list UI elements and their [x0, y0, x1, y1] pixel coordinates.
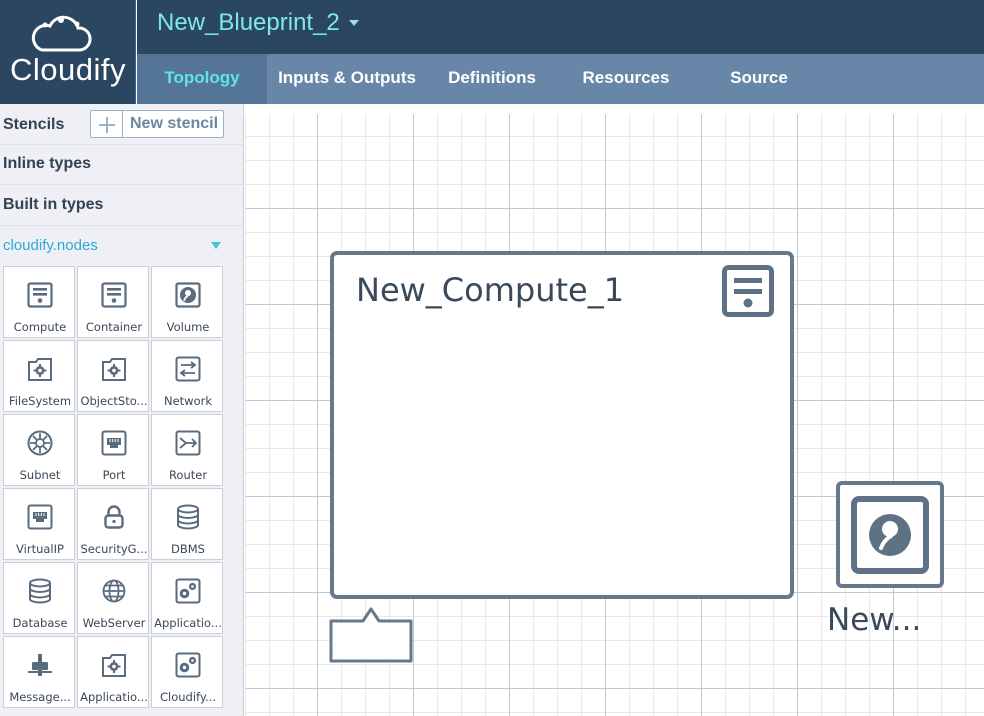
message-queue-icon — [28, 654, 52, 676]
built-in-types-section[interactable]: Built in types — [0, 196, 243, 214]
stencil-item-label: Applicatio... — [80, 690, 148, 704]
disk-icon — [851, 496, 929, 574]
stencil-item-network[interactable]: Network — [151, 340, 223, 412]
port-icon — [27, 504, 53, 530]
tab-bar: Topology Inputs & Outputs Definitions Re… — [137, 54, 984, 104]
blueprint-title: New_Blueprint_2 — [157, 9, 340, 36]
stencil-item-label: VirtualIP — [16, 542, 64, 556]
divider — [0, 184, 243, 185]
node-connector-tab[interactable] — [329, 605, 415, 665]
tab-topology[interactable]: Topology — [137, 54, 267, 104]
divider — [0, 144, 243, 145]
database-icon — [177, 504, 199, 530]
stencil-item-subnet[interactable]: Subnet — [3, 414, 75, 486]
stencil-item-virtualip[interactable]: VirtualIP — [3, 488, 75, 560]
globe-icon — [102, 579, 126, 603]
node-name: New_Compute_1 — [356, 271, 625, 309]
stencil-item-label: Message... — [9, 690, 71, 704]
stencil-item-label: WebServer — [82, 616, 146, 630]
caret-down-icon — [348, 20, 359, 26]
database-icon — [29, 578, 51, 604]
cloudify-nodes-label: cloudify.nodes — [3, 237, 98, 254]
logo-wordmark: Cloudify — [10, 52, 126, 87]
stencil-item-label: SecurityG... — [80, 542, 148, 556]
new-stencil-label: New stencil — [130, 115, 219, 132]
tab-resources[interactable]: Resources — [567, 54, 685, 104]
server-icon — [101, 282, 127, 308]
stencil-item-label: Volume — [166, 320, 210, 334]
title-bar: New_Blueprint_2 — [137, 0, 984, 54]
stencil-item-compute[interactable]: Compute — [3, 266, 75, 338]
stencil-item-applicatio[interactable]: Applicatio... — [151, 562, 223, 634]
stencil-item-message[interactable]: Message... — [3, 636, 75, 708]
port-icon — [101, 430, 127, 456]
stencil-item-objectsto[interactable]: ObjectSto... — [77, 340, 149, 412]
compute-node[interactable]: New_Compute_1 — [330, 251, 794, 599]
disk-icon — [175, 282, 201, 308]
topology-canvas[interactable]: New_Compute_1 New... — [245, 104, 984, 716]
router-icon — [175, 430, 201, 456]
node-name: New... — [827, 602, 922, 638]
inline-types-section[interactable]: Inline types — [0, 155, 243, 173]
stencil-item-label: Container — [85, 320, 143, 334]
volume-node[interactable] — [836, 481, 944, 588]
triangle-down-icon — [211, 242, 221, 249]
server-icon — [27, 282, 53, 308]
folder-gear-icon — [102, 654, 126, 677]
stencil-item-label: Applicatio... — [154, 616, 222, 630]
stencil-item-cloudify[interactable]: Cloudify... — [151, 636, 223, 708]
stencil-item-label: FileSystem — [8, 394, 72, 408]
stencil-item-label: Cloudify... — [159, 690, 217, 704]
divider — [0, 225, 243, 226]
tab-inputs-outputs[interactable]: Inputs & Outputs — [271, 54, 423, 104]
cloudify-nodes-group[interactable]: cloudify.nodes — [0, 231, 243, 261]
blueprint-title-dropdown[interactable]: New_Blueprint_2 — [157, 9, 359, 37]
stencil-item-port[interactable]: Port — [77, 414, 149, 486]
stencil-item-label: Subnet — [19, 468, 61, 482]
stencil-item-volume[interactable]: Volume — [151, 266, 223, 338]
plus-icon — [91, 111, 123, 137]
stencil-item-webserver[interactable]: WebServer — [77, 562, 149, 634]
gears-icon — [175, 578, 201, 604]
stencil-item-label: Port — [102, 468, 126, 482]
folder-gear-icon — [102, 358, 126, 381]
stencil-item-applicatio[interactable]: Applicatio... — [77, 636, 149, 708]
network-arrows-icon — [175, 356, 201, 382]
stencil-item-container[interactable]: Container — [77, 266, 149, 338]
lock-icon — [104, 505, 124, 529]
tab-definitions[interactable]: Definitions — [435, 54, 549, 104]
server-icon — [722, 265, 774, 317]
stencil-item-label: DBMS — [171, 542, 205, 556]
stencil-item-router[interactable]: Router — [151, 414, 223, 486]
stencil-item-label: Router — [168, 468, 208, 482]
stencil-item-securityg[interactable]: SecurityG... — [77, 488, 149, 560]
tab-source[interactable]: Source — [703, 54, 815, 104]
stencil-item-filesystem[interactable]: FileSystem — [3, 340, 75, 412]
stencil-item-dbms[interactable]: DBMS — [151, 488, 223, 560]
new-stencil-button[interactable]: New stencil — [90, 110, 224, 138]
cloudify-logo[interactable]: Cloudify — [0, 0, 136, 104]
folder-gear-icon — [28, 358, 52, 381]
stencil-sidebar: Stencils New stencil Inline types Built … — [0, 104, 244, 716]
gears-icon — [175, 652, 201, 678]
stencil-item-label: ObjectSto... — [80, 394, 148, 408]
stencil-item-database[interactable]: Database — [3, 562, 75, 634]
stencil-item-label: Database — [12, 616, 68, 630]
subnet-icon — [27, 430, 53, 456]
stencil-item-label: Network — [163, 394, 213, 408]
stencil-item-label: Compute — [13, 320, 67, 334]
